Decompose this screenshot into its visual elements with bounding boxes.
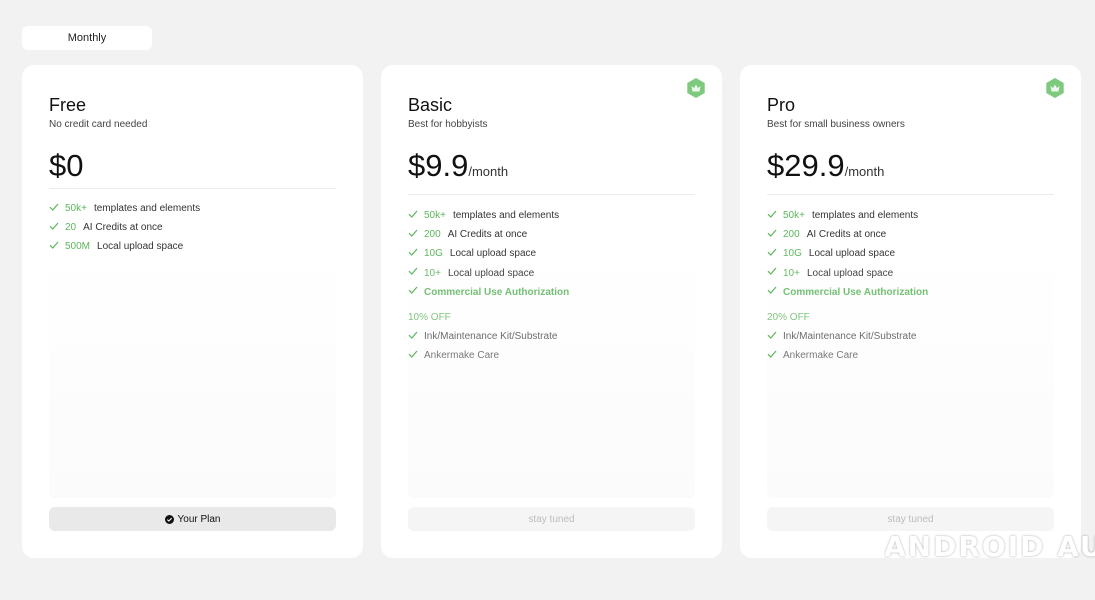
feature-highlight: 500M xyxy=(65,241,91,253)
plan-card-basic: Basic Best for hobbyists $9.9 /month 50k… xyxy=(381,65,722,558)
feature-list: 50k+ templates and elements 20 AI Credit… xyxy=(49,199,336,257)
feature-text: Local upload space xyxy=(447,267,535,279)
feature-item: 200 AI Credits at once xyxy=(408,225,695,244)
feature-item: 10+ Local upload space xyxy=(408,264,695,283)
plan-name: Free xyxy=(49,95,87,115)
check-icon xyxy=(49,203,59,211)
feature-text: Local upload space xyxy=(808,248,896,260)
feature-text: Local upload space xyxy=(806,267,894,279)
feature-item: 50k+ templates and elements xyxy=(767,206,1054,225)
feature-list: 50k+ templates and elements 200 AI Credi… xyxy=(408,206,695,302)
feature-highlight: 10G xyxy=(424,248,443,260)
feature-highlight: 10G xyxy=(783,248,802,260)
check-icon xyxy=(49,222,59,230)
discount-label: 10% OFF xyxy=(408,311,451,323)
extra-text: Ink/Maintenance Kit/Substrate xyxy=(783,331,917,343)
feature-text: templates and elements xyxy=(452,210,560,222)
check-icon xyxy=(767,331,777,339)
feature-highlight: 50k+ xyxy=(424,210,446,222)
check-icon xyxy=(767,267,777,276)
feature-item: 10G Local upload space xyxy=(767,244,1054,263)
feature-item: Commercial Use Authorization xyxy=(408,283,695,302)
feature-item: 200 AI Credits at once xyxy=(767,225,1054,244)
extra-text: Ink/Maintenance Kit/Substrate xyxy=(424,331,558,343)
check-icon xyxy=(408,210,418,218)
check-icon xyxy=(408,267,418,276)
feature-text: AI Credits at once xyxy=(447,229,528,241)
check-icon xyxy=(767,229,777,237)
plan-name: Basic xyxy=(408,95,453,115)
feature-highlight: 200 xyxy=(783,229,800,241)
feature-item: 20 AI Credits at once xyxy=(49,218,336,237)
extra-item: Ink/Maintenance Kit/Substrate xyxy=(767,327,1054,346)
feature-item: 500M Local upload space xyxy=(49,237,336,256)
price-row: $9.9 /month xyxy=(408,148,695,184)
price-period: /month xyxy=(844,164,885,179)
feature-text-commercial: Commercial Use Authorization xyxy=(424,286,570,298)
divider xyxy=(408,194,695,195)
extra-text: Ankermake Care xyxy=(783,350,859,362)
plan-subtitle: Best for small business owners xyxy=(767,119,905,130)
divider xyxy=(767,194,1054,195)
extras-list: Ink/Maintenance Kit/Substrate Ankermake … xyxy=(408,327,695,365)
price-period: /month xyxy=(468,164,509,179)
your-plan-button[interactable]: Your Plan xyxy=(49,507,336,531)
plan-price: $9.9 xyxy=(408,148,469,183)
feature-highlight: 20 xyxy=(65,222,77,234)
plan-subtitle: No credit card needed xyxy=(49,119,148,130)
feature-highlight: 10+ xyxy=(783,267,800,279)
price-row: $0 xyxy=(49,148,336,184)
billing-period-tab-monthly[interactable]: Monthly xyxy=(22,26,152,50)
feature-highlight: 200 xyxy=(424,229,441,241)
check-icon xyxy=(408,350,418,358)
feature-item: 50k+ templates and elements xyxy=(49,199,336,218)
extra-text: Ankermake Care xyxy=(424,350,500,362)
check-icon xyxy=(767,286,777,295)
feature-text: templates and elements xyxy=(811,210,919,222)
feature-highlight: 50k+ xyxy=(783,210,805,222)
plan-card-pro: Pro Best for small business owners $29.9… xyxy=(740,65,1081,558)
price-row: $29.9 /month xyxy=(767,148,1054,184)
check-icon xyxy=(767,248,777,256)
feature-item: 10+ Local upload space xyxy=(767,264,1054,283)
plan-badge-icon xyxy=(1046,78,1064,98)
button-label: Your Plan xyxy=(177,513,221,525)
feature-text: Local upload space xyxy=(97,241,184,253)
feature-list: 50k+ templates and elements 200 AI Credi… xyxy=(767,206,1054,302)
check-icon xyxy=(767,210,777,218)
check-icon xyxy=(767,350,777,358)
stay-tuned-button[interactable]: stay tuned xyxy=(408,507,695,531)
feature-highlight: 50k+ xyxy=(65,203,87,215)
feature-item: 10G Local upload space xyxy=(408,244,695,263)
feature-text: templates and elements xyxy=(93,203,201,215)
divider xyxy=(49,188,336,189)
extra-item: Ankermake Care xyxy=(408,346,695,365)
check-icon xyxy=(408,331,418,339)
check-icon xyxy=(408,248,418,256)
card-background-fade xyxy=(49,245,336,498)
feature-highlight: 10+ xyxy=(424,267,441,279)
watermark-logo: ANDROID AUTHORITY xyxy=(884,532,1095,562)
plan-subtitle: Best for hobbyists xyxy=(408,119,488,130)
feature-text-commercial: Commercial Use Authorization xyxy=(783,286,929,298)
plan-price: $29.9 xyxy=(767,148,845,183)
feature-item: Commercial Use Authorization xyxy=(767,283,1054,302)
plan-card-free: Free No credit card needed $0 50k+ templ… xyxy=(22,65,363,558)
check-circle-icon xyxy=(164,514,174,524)
check-icon xyxy=(408,229,418,237)
feature-item: 50k+ templates and elements xyxy=(408,206,695,225)
extras-list: Ink/Maintenance Kit/Substrate Ankermake … xyxy=(767,327,1054,365)
plan-price: $0 xyxy=(49,148,84,183)
discount-label: 20% OFF xyxy=(767,311,810,323)
feature-text: Local upload space xyxy=(449,248,537,260)
extra-item: Ink/Maintenance Kit/Substrate xyxy=(408,327,695,346)
stay-tuned-button[interactable]: stay tuned xyxy=(767,507,1054,531)
feature-text: AI Credits at once xyxy=(83,222,163,234)
check-icon xyxy=(49,241,59,249)
check-icon xyxy=(408,286,418,295)
plan-name: Pro xyxy=(767,95,796,115)
plan-badge-icon xyxy=(687,78,705,98)
feature-text: AI Credits at once xyxy=(806,229,887,241)
extra-item: Ankermake Care xyxy=(767,346,1054,365)
